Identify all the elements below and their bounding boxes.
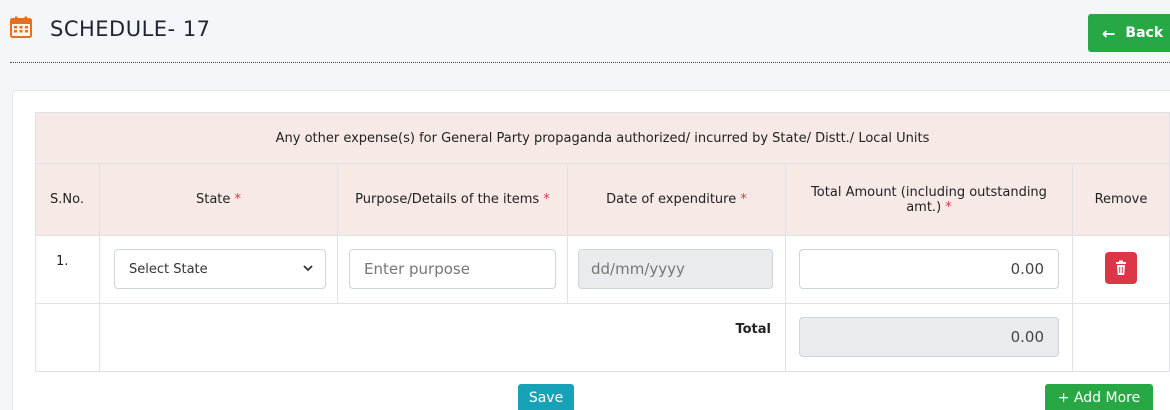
add-more-button[interactable]: + Add More xyxy=(1045,384,1153,410)
back-button-label: Back xyxy=(1125,25,1164,41)
total-row: Total 0.00 xyxy=(35,303,1170,372)
save-button[interactable]: Save xyxy=(518,384,574,410)
total-empty-cell xyxy=(35,303,100,372)
expense-table: Any other expense(s) for General Party p… xyxy=(35,112,1170,372)
column-header-state: State * xyxy=(99,163,338,236)
trash-icon xyxy=(1116,260,1126,275)
state-select-value: Select State xyxy=(129,261,208,277)
date-input[interactable]: dd/mm/yyyy xyxy=(578,249,773,289)
amount-input[interactable]: 0.00 xyxy=(799,249,1059,289)
back-button[interactable]: ← Back xyxy=(1088,14,1170,52)
column-header-date: Date of expenditure * xyxy=(567,163,786,236)
column-header-sno: S.No. xyxy=(35,163,100,236)
remove-cell xyxy=(1072,235,1170,304)
total-amount-value: 0.00 xyxy=(1010,328,1044,346)
column-header-remove: Remove xyxy=(1072,163,1170,236)
table-caption: Any other expense(s) for General Party p… xyxy=(35,112,1170,164)
state-select[interactable]: Select State xyxy=(114,249,326,289)
page-title: SCHEDULE- 17 xyxy=(50,17,211,41)
calendar-icon xyxy=(10,16,50,42)
page-header: SCHEDULE- 17 ← Back xyxy=(0,0,1170,64)
row-sno: 1. xyxy=(35,235,100,304)
total-empty-cell-end xyxy=(1072,303,1170,372)
divider xyxy=(10,62,1170,63)
total-label: Total xyxy=(99,303,786,372)
arrow-left-icon: ← xyxy=(1102,23,1116,43)
purpose-cell: Enter purpose xyxy=(337,235,568,304)
title-wrap: SCHEDULE- 17 xyxy=(10,16,211,42)
chevron-down-icon xyxy=(303,261,313,278)
total-value-cell: 0.00 xyxy=(785,303,1073,372)
column-header-amount: Total Amount (including outstanding amt.… xyxy=(785,163,1073,236)
purpose-input[interactable]: Enter purpose xyxy=(349,249,556,289)
column-header-purpose: Purpose/Details of the items * xyxy=(337,163,568,236)
table-row: 1. Select State Enter purpose dd/mm/yyyy… xyxy=(35,235,1170,304)
state-cell: Select State xyxy=(99,235,338,304)
amount-value: 0.00 xyxy=(1010,260,1044,278)
purpose-placeholder: Enter purpose xyxy=(364,260,470,278)
date-placeholder: dd/mm/yyyy xyxy=(591,260,685,278)
date-cell: dd/mm/yyyy xyxy=(567,235,786,304)
remove-row-button[interactable] xyxy=(1105,252,1137,284)
amount-cell: 0.00 xyxy=(785,235,1073,304)
total-amount-field: 0.00 xyxy=(799,317,1059,357)
